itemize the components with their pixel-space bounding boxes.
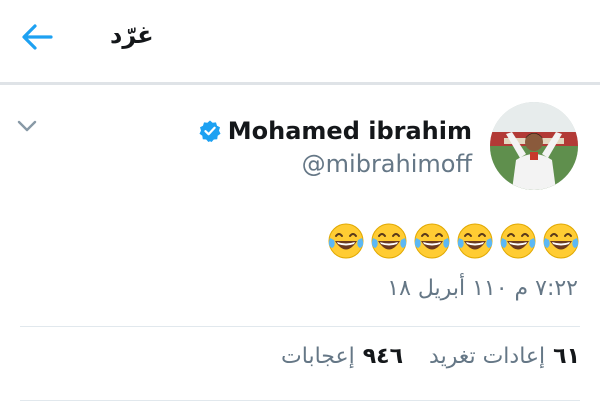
- likes-count: ٩٤٦: [362, 344, 404, 369]
- author-display-name: Mohamed ibrahim: [227, 117, 472, 145]
- author-handle[interactable]: @mibrahimoff: [302, 150, 472, 178]
- author-name-row[interactable]: Mohamed ibrahim: [198, 114, 472, 148]
- chevron-down-icon[interactable]: [16, 118, 38, 134]
- face-with-tears-of-joy-icon: [328, 223, 364, 259]
- retweets-count: ٦١: [553, 344, 580, 369]
- face-with-tears-of-joy-icon: [543, 223, 579, 259]
- retweets-label: إعادات تغريد: [429, 344, 546, 369]
- likes-label: إعجابات: [281, 344, 355, 369]
- likes-stat[interactable]: ٩٤٦ إعجابات: [281, 344, 403, 369]
- tweet-text: [322, 222, 580, 260]
- face-with-tears-of-joy-icon: [414, 223, 450, 259]
- page-title: غرّد: [110, 21, 154, 49]
- face-with-tears-of-joy-icon: [500, 223, 536, 259]
- back-arrow-icon[interactable]: [20, 22, 54, 52]
- avatar[interactable]: [490, 102, 578, 190]
- tweet-stats: ٦١ إعادات تغريد ٩٤٦ إعجابات: [255, 344, 580, 369]
- top-bar: غرّد: [0, 0, 600, 80]
- face-with-tears-of-joy-icon: [371, 223, 407, 259]
- stats-divider-bottom: [20, 400, 580, 401]
- tweet-timestamp: ٧:٢٢ م ١١٠ أبريل ١٨: [387, 276, 578, 301]
- verified-badge-icon: [199, 120, 221, 142]
- retweets-stat[interactable]: ٦١ إعادات تغريد: [429, 344, 580, 369]
- stats-divider-top: [20, 326, 580, 327]
- header-divider: [0, 82, 600, 85]
- face-with-tears-of-joy-icon: [457, 223, 493, 259]
